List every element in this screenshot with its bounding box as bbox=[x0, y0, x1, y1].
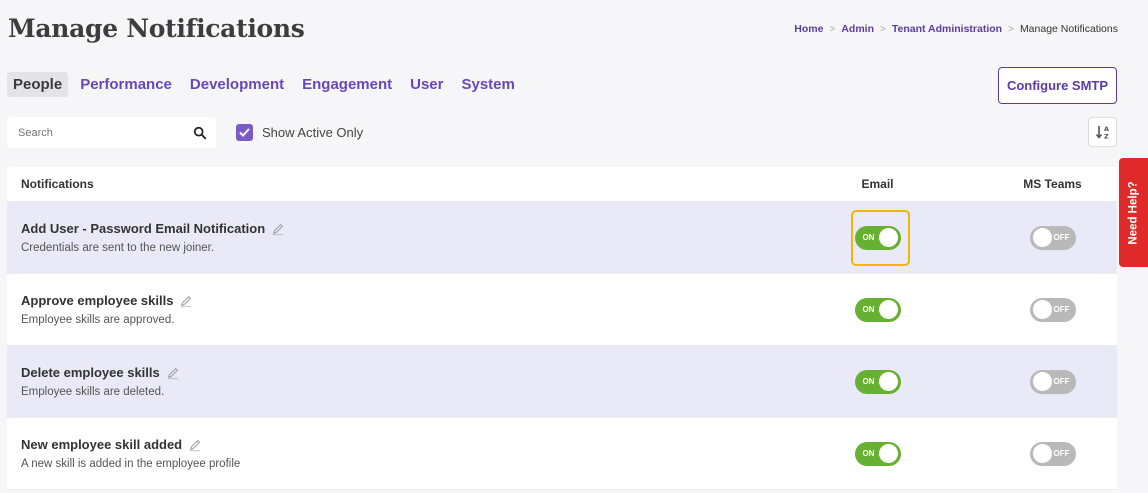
tab-engagement[interactable]: Engagement bbox=[296, 72, 398, 97]
toggle-state-label: OFF bbox=[1053, 305, 1070, 314]
toggle-state-label: OFF bbox=[1053, 377, 1070, 386]
breadcrumb-separator: > bbox=[880, 23, 886, 35]
email-toggle[interactable]: ON bbox=[854, 225, 901, 250]
page-title: Manage Notifications bbox=[8, 14, 305, 43]
search-box bbox=[7, 117, 216, 148]
header-email: Email bbox=[861, 177, 894, 191]
tab-user[interactable]: User bbox=[404, 72, 449, 97]
sort-button[interactable]: A Z bbox=[1088, 117, 1117, 147]
table-row: Delete employee skills Employee skills a… bbox=[7, 346, 1117, 418]
ms-teams-toggle[interactable]: OFF bbox=[1029, 441, 1076, 466]
toggle-knob bbox=[1032, 300, 1052, 319]
breadcrumb-separator: > bbox=[1008, 23, 1014, 35]
toggle-knob bbox=[1032, 444, 1052, 463]
svg-text:Z: Z bbox=[1104, 133, 1109, 141]
toggle-knob bbox=[878, 300, 898, 319]
email-toggle[interactable]: ON bbox=[854, 297, 901, 322]
notifications-table: Notifications Email MS Teams Add User - … bbox=[7, 167, 1117, 490]
toggle-knob bbox=[1032, 372, 1052, 391]
breadcrumb: Home > Admin > Tenant Administration > M… bbox=[794, 23, 1118, 35]
notification-description: Employee skills are deleted. bbox=[21, 386, 165, 398]
show-active-checkbox[interactable] bbox=[236, 124, 253, 141]
header-ms-teams: MS Teams bbox=[1023, 177, 1082, 191]
breadcrumb-admin[interactable]: Admin bbox=[841, 23, 874, 35]
notification-title: Add User - Password Email Notification bbox=[21, 221, 266, 236]
toggle-knob bbox=[1032, 228, 1052, 247]
table-row: Approve employee skills Employee skills … bbox=[7, 274, 1117, 346]
table-row: New employee skill added A new skill is … bbox=[7, 418, 1117, 490]
breadcrumb-current: Manage Notifications bbox=[1019, 23, 1118, 35]
show-active-label: Show Active Only bbox=[262, 125, 364, 140]
need-help-button[interactable]: Need Help? bbox=[1119, 158, 1148, 267]
sort-alpha-icon: A Z bbox=[1095, 125, 1109, 141]
email-toggle[interactable]: ON bbox=[854, 369, 901, 394]
notification-title: New employee skill added bbox=[21, 437, 183, 452]
category-tabs: People Performance Development Engagemen… bbox=[7, 72, 521, 97]
toggle-state-label: ON bbox=[862, 233, 875, 242]
notification-title: Delete employee skills bbox=[21, 365, 160, 380]
ms-teams-toggle[interactable]: OFF bbox=[1029, 225, 1076, 250]
toggle-state-label: OFF bbox=[1053, 449, 1070, 458]
notification-title: Approve employee skills bbox=[21, 293, 174, 308]
toggle-state-label: ON bbox=[862, 449, 875, 458]
toggle-knob bbox=[878, 228, 898, 247]
toggle-state-label: ON bbox=[862, 377, 875, 386]
toggle-state-label: ON bbox=[862, 305, 875, 314]
ms-teams-toggle[interactable]: OFF bbox=[1029, 369, 1076, 394]
need-help-label: Need Help? bbox=[1127, 180, 1140, 245]
edit-icon[interactable] bbox=[166, 366, 180, 380]
ms-teams-toggle[interactable]: OFF bbox=[1029, 297, 1076, 322]
toggle-knob bbox=[878, 372, 898, 391]
table-row: Add User - Password Email Notification C… bbox=[7, 202, 1117, 274]
notification-description: A new skill is added in the employee pro… bbox=[21, 458, 241, 470]
table-header: Notifications Email MS Teams bbox=[7, 167, 1117, 202]
tab-system[interactable]: System bbox=[455, 72, 520, 97]
toggle-knob bbox=[878, 444, 898, 463]
check-icon bbox=[239, 128, 250, 137]
tab-people[interactable]: People bbox=[7, 72, 69, 97]
notification-description: Employee skills are approved. bbox=[21, 314, 175, 326]
tab-performance[interactable]: Performance bbox=[74, 72, 178, 97]
show-active-filter: Show Active Only bbox=[236, 124, 363, 141]
header-notifications: Notifications bbox=[21, 177, 94, 191]
edit-icon[interactable] bbox=[188, 438, 202, 452]
breadcrumb-home[interactable]: Home bbox=[794, 23, 823, 35]
edit-icon[interactable] bbox=[179, 294, 193, 308]
search-input[interactable] bbox=[18, 126, 193, 139]
email-toggle[interactable]: ON bbox=[854, 441, 901, 466]
notification-description: Credentials are sent to the new joiner. bbox=[21, 242, 215, 254]
edit-icon[interactable] bbox=[271, 222, 285, 236]
breadcrumb-tenant-administration[interactable]: Tenant Administration bbox=[892, 23, 1002, 35]
toggle-state-label: OFF bbox=[1053, 233, 1070, 242]
search-icon[interactable] bbox=[193, 126, 207, 140]
configure-smtp-button[interactable]: Configure SMTP bbox=[998, 67, 1117, 104]
breadcrumb-separator: > bbox=[829, 23, 836, 35]
tab-development[interactable]: Development bbox=[184, 72, 290, 97]
